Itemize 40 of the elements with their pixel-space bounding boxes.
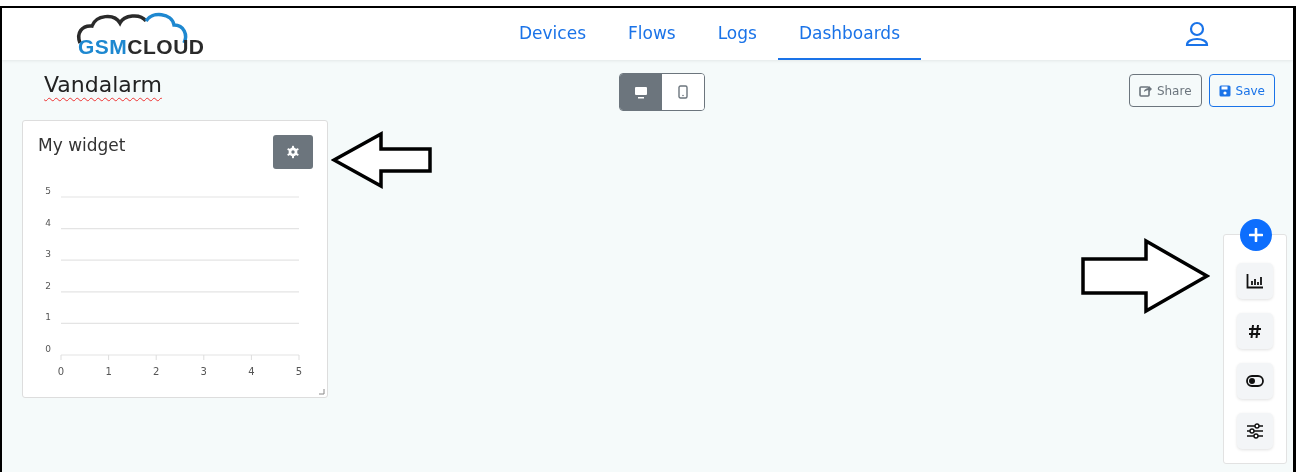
y-tick-label: 3 xyxy=(45,249,51,260)
bar-chart-icon xyxy=(1246,273,1264,289)
gear-icon xyxy=(286,145,300,159)
nav-tab[interactable]: Flows xyxy=(607,8,697,60)
user-icon[interactable] xyxy=(1185,21,1209,47)
nav-tab[interactable]: Dashboards xyxy=(777,8,921,60)
nav-tab[interactable]: Devices xyxy=(498,8,607,60)
plus-icon xyxy=(1249,228,1263,242)
mobile-view-button[interactable] xyxy=(662,74,704,110)
sliders-widget-button[interactable] xyxy=(1237,413,1273,449)
add-button[interactable] xyxy=(1240,219,1272,251)
toggle-icon xyxy=(1246,375,1264,387)
save-button[interactable]: Save xyxy=(1208,74,1275,107)
x-tick-label: 5 xyxy=(295,366,303,377)
y-tick-label: 0 xyxy=(45,344,51,354)
resize-handle-icon[interactable] xyxy=(319,389,325,395)
y-tick-label: 1 xyxy=(45,312,51,323)
sliders-icon xyxy=(1246,423,1264,439)
x-tick-label: 2 xyxy=(153,366,160,377)
logo[interactable]: GSMCLOUD xyxy=(74,9,224,59)
x-tick-label: 4 xyxy=(248,366,255,377)
desktop-view-button[interactable] xyxy=(620,74,662,110)
y-tick-label: 4 xyxy=(45,217,51,228)
phone-icon xyxy=(678,85,688,99)
y-tick-label: 2 xyxy=(45,280,51,291)
widget-title: My widget xyxy=(38,135,126,157)
dashboard-title[interactable]: Vandalarm xyxy=(44,72,604,97)
share-button[interactable]: Share xyxy=(1128,74,1202,107)
x-tick-label: 0 xyxy=(57,366,65,377)
monitor-icon xyxy=(634,85,648,99)
hash-icon xyxy=(1248,323,1262,339)
x-tick-label: 1 xyxy=(105,366,112,377)
number-widget-button[interactable] xyxy=(1237,313,1273,349)
nav-tab[interactable]: Logs xyxy=(696,8,778,60)
x-tick-label: 3 xyxy=(200,366,207,377)
settings-button[interactable] xyxy=(273,135,313,169)
chart-widget-button[interactable] xyxy=(1237,263,1273,299)
y-tick-label: 5 xyxy=(45,186,51,196)
toggle-widget-button[interactable] xyxy=(1237,363,1273,399)
share-icon xyxy=(1138,84,1152,97)
